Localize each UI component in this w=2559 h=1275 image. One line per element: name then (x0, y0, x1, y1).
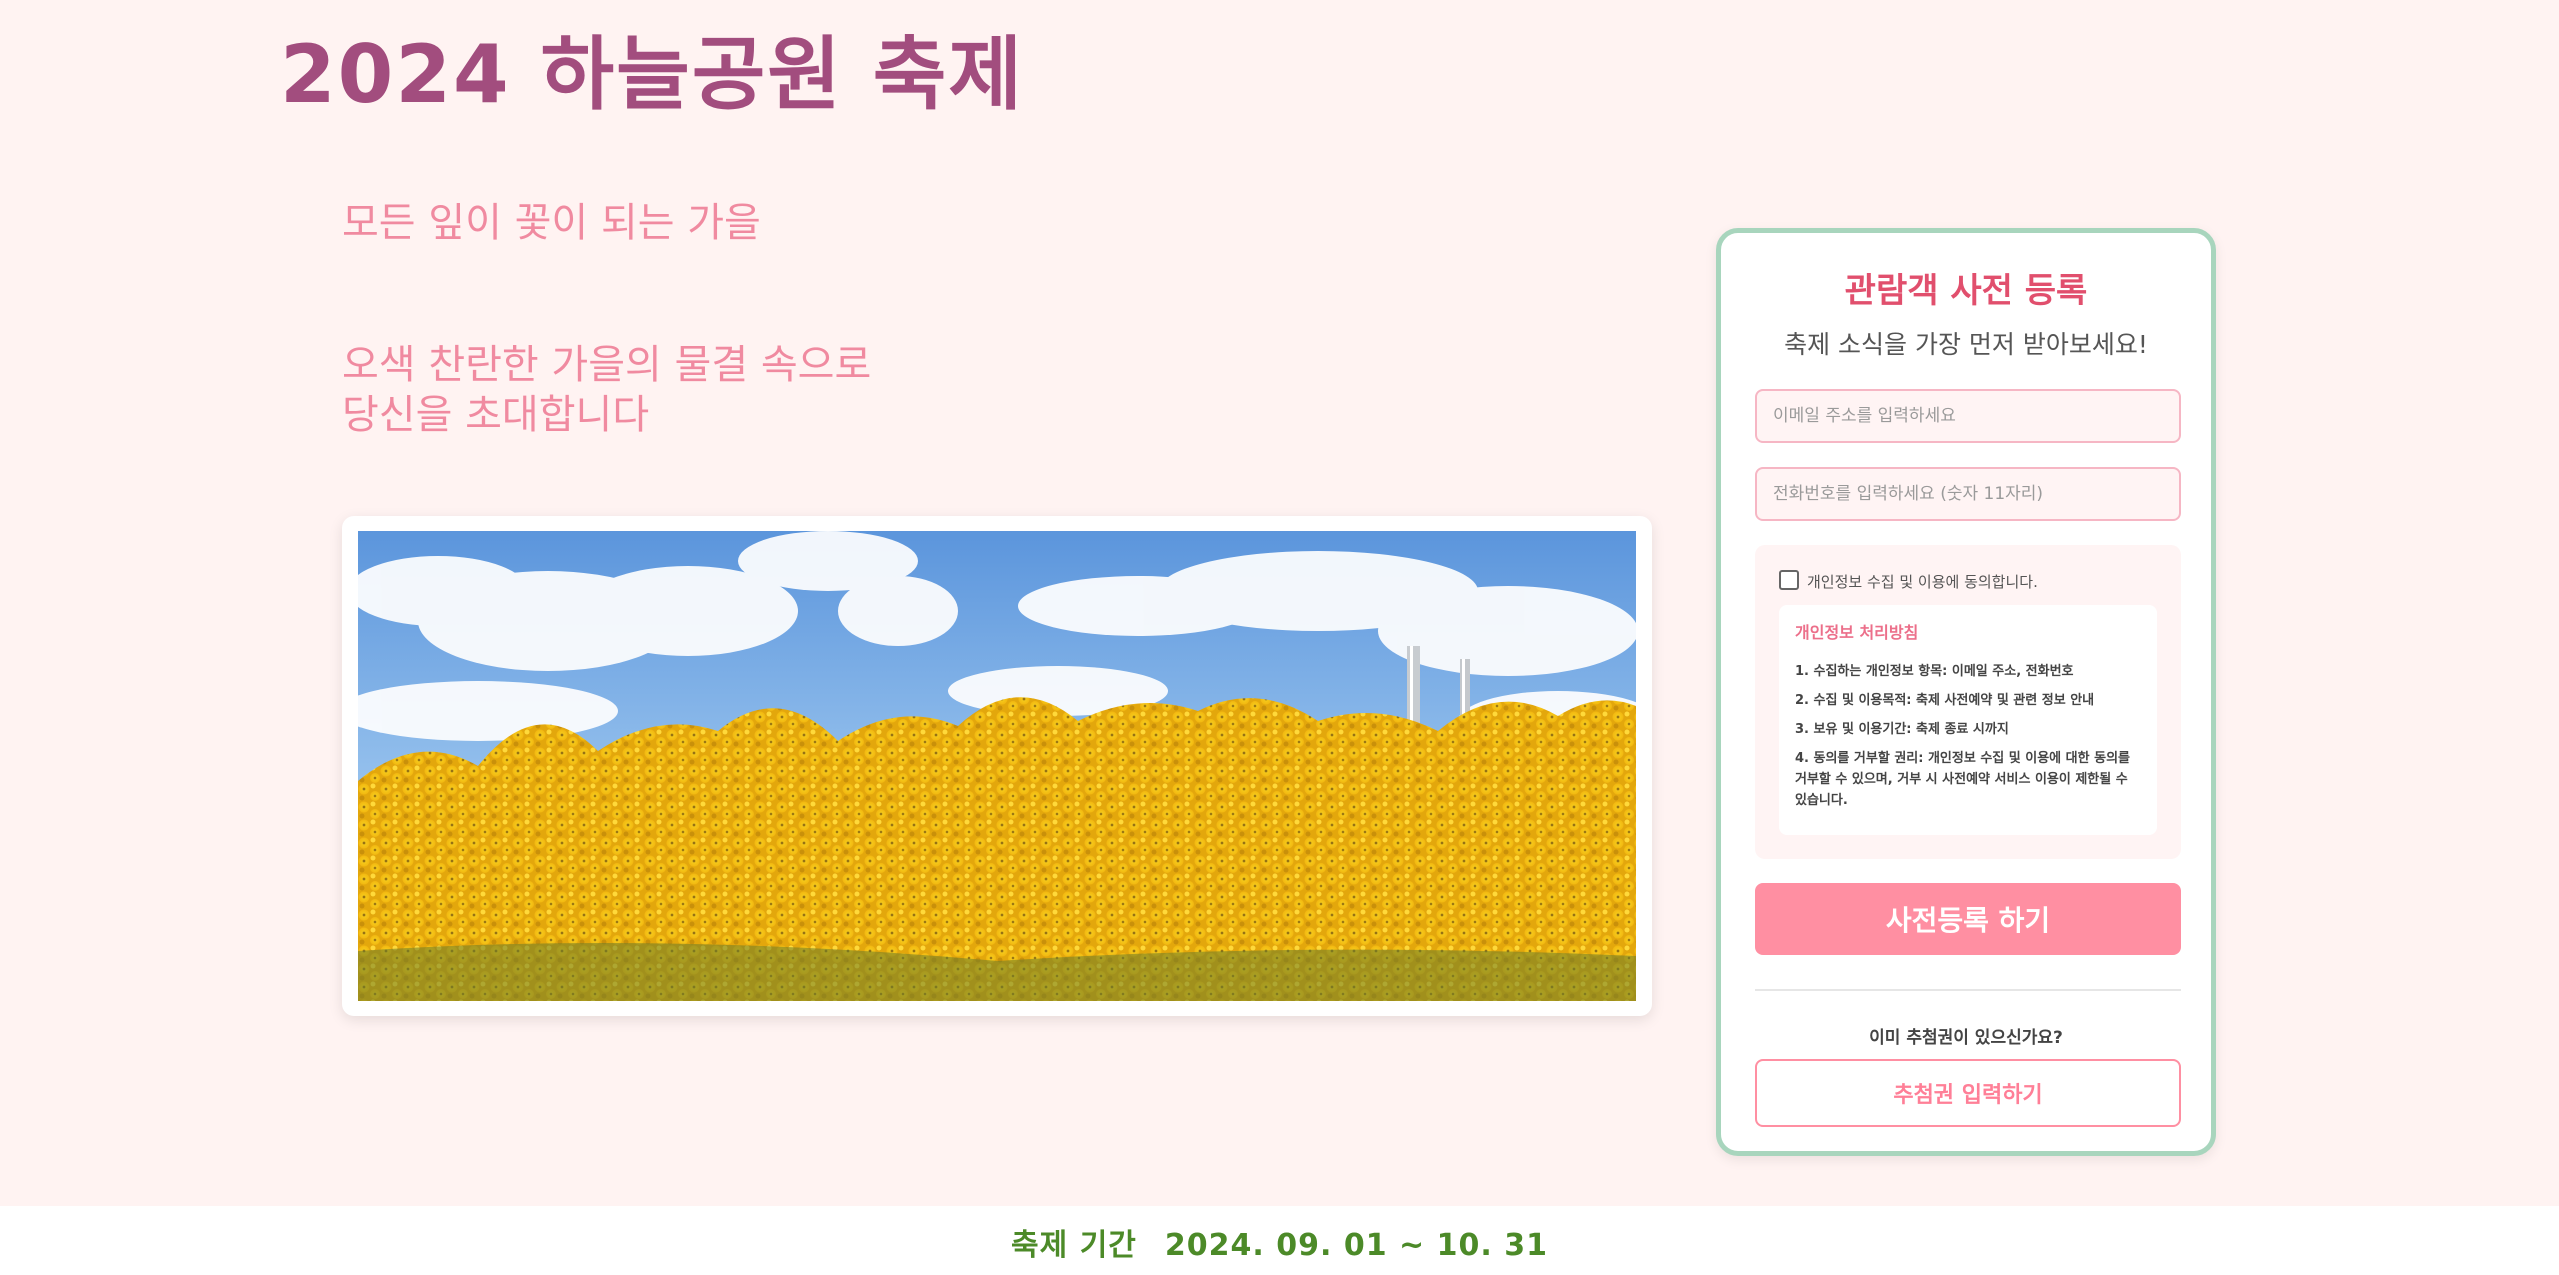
page: 2024 하늘공원 축제 모든 잎이 꽃이 되는 가을 오색 찬란한 가을의 물… (0, 0, 2559, 1275)
flower-field-image (358, 531, 1636, 1001)
registration-subtitle: 축제 소식을 가장 먼저 받아보세요! (1784, 330, 2148, 359)
page-title: 2024 하늘공원 축제 (280, 28, 1024, 121)
register-button[interactable]: 사전등록 하기 (1755, 883, 2181, 955)
policy-item: 3. 보유 및 이용기간: 축제 종료 시까지 (1795, 722, 2009, 737)
hero-tagline: 모든 잎이 꽃이 되는 가을 (342, 200, 761, 246)
email-input[interactable] (1755, 389, 2181, 443)
policy-item: 1. 수집하는 개인정보 항목: 이메일 주소, 전화번호 (1795, 664, 2074, 679)
period-label: 축제 기간 (1011, 1228, 1137, 1263)
festival-photo (358, 531, 1636, 1001)
ticket-question: 이미 추첨권이 있으신가요? (1869, 1028, 2063, 1048)
period-value: 2024. 09. 01 ~ 10. 31 (1164, 1228, 1548, 1263)
registration-card: 관람객 사전 등록 축제 소식을 가장 먼저 받아보세요! 개인정보 수집 및 … (1716, 228, 2216, 1156)
consent-label: 개인정보 수집 및 이용에 동의합니다. (1807, 573, 2038, 591)
invite-line-2: 당신을 초대합니다 (342, 392, 650, 438)
phone-input[interactable] (1755, 467, 2181, 521)
hero-invite: 오색 찬란한 가을의 물결 속으로 당신을 초대합니다 (342, 340, 871, 440)
festival-period: 축제 기간 2024. 09. 01 ~ 10. 31 (0, 1220, 2559, 1264)
divider (1755, 989, 2181, 991)
footer: 축제 기간 2024. 09. 01 ~ 10. 31 (0, 1206, 2559, 1275)
festival-photo-frame (342, 516, 1652, 1016)
enter-ticket-button[interactable]: 추첨권 입력하기 (1755, 1059, 2181, 1127)
policy-item: 2. 수집 및 이용목적: 축제 사전예약 및 관련 정보 안내 (1795, 693, 2095, 708)
consent-checkbox[interactable] (1779, 570, 1799, 590)
registration-title: 관람객 사전 등록 (1844, 271, 2088, 311)
invite-line-1: 오색 찬란한 가을의 물결 속으로 (342, 342, 872, 388)
policy-title: 개인정보 처리방침 (1795, 623, 1919, 642)
consent-box: 개인정보 수집 및 이용에 동의합니다. 개인정보 처리방침 1. 수집하는 개… (1755, 545, 2181, 859)
policy-item: 4. 동의를 거부할 권리: 개인정보 수집 및 이용에 대한 동의를 거부할 … (1795, 751, 2130, 808)
privacy-policy: 개인정보 처리방침 1. 수집하는 개인정보 항목: 이메일 주소, 전화번호 … (1779, 605, 2157, 835)
